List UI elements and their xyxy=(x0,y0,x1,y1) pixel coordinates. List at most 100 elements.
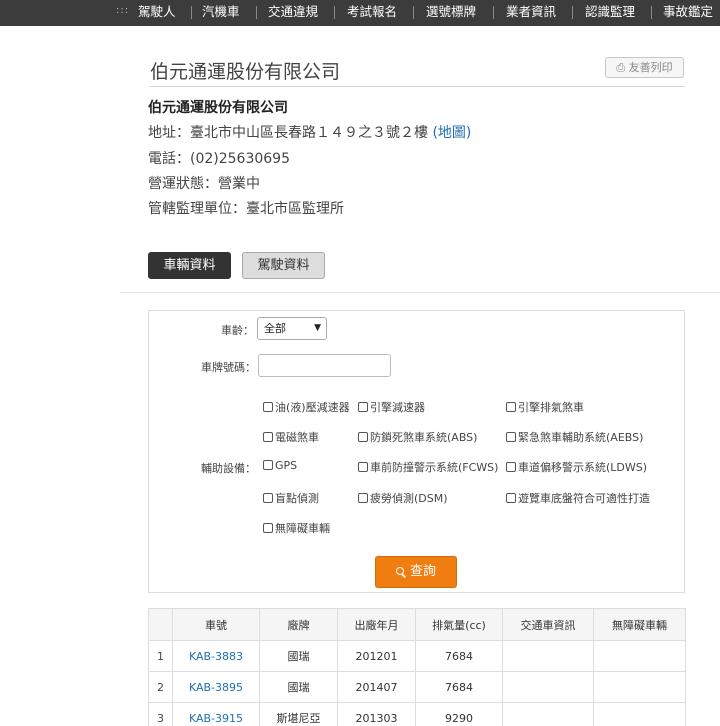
nav-separator xyxy=(334,6,335,19)
nav-item-drivers[interactable]: 駕駛人 xyxy=(138,2,176,22)
checkbox-label: 疲勞偵測(DSM) xyxy=(370,492,448,505)
age-select[interactable]: 全部 ▼ xyxy=(257,317,327,340)
checkbox-aebs[interactable]: 緊急煞車輔助系統(AEBS) xyxy=(506,429,643,445)
status-value: 營業中 xyxy=(218,176,260,192)
date-cell: 201407 xyxy=(337,671,416,703)
phone-label: 電話： xyxy=(148,151,190,167)
tab-vehicles[interactable]: 車輛資料 xyxy=(148,252,231,279)
tab-drivers[interactable]: 駕駛資料 xyxy=(242,252,325,279)
nav-item-violations[interactable]: 交通違規 xyxy=(268,2,318,22)
print-button[interactable]: ⎙ 友善列印 xyxy=(605,57,684,78)
search-icon xyxy=(395,567,404,575)
checkbox-box[interactable] xyxy=(358,432,368,442)
plate-input[interactable] xyxy=(258,354,391,377)
checkbox-label: 緊急煞車輔助系統(AEBS) xyxy=(518,431,644,444)
row-index: 2 xyxy=(148,671,173,703)
office-label: 管轄監理單位： xyxy=(148,201,246,217)
checkbox-abs[interactable]: 防鎖死煞車系統(ABS) xyxy=(358,429,477,445)
address-label: 地址： xyxy=(148,125,190,141)
checkbox-box[interactable] xyxy=(263,460,273,470)
checkbox-accessible-vehicle[interactable]: 無障礙車輛 xyxy=(263,520,330,536)
date-cell: 201303 xyxy=(337,702,416,726)
checkbox-box[interactable] xyxy=(506,493,516,503)
commuter-info-cell xyxy=(502,671,594,703)
nav-separator xyxy=(493,6,494,19)
table-header-row: 車號 廠牌 出廠年月 排氣量(cc) 交通車資訊 無障礙車輛 xyxy=(148,608,686,641)
nav-separator xyxy=(256,6,257,19)
status-label: 營運狀態： xyxy=(148,176,218,192)
checkbox-box[interactable] xyxy=(263,523,273,533)
checkbox-fcws[interactable]: 車前防撞警示系統(FCWS) xyxy=(358,459,498,475)
checkbox-box[interactable] xyxy=(358,462,368,472)
accessible-cell xyxy=(593,671,686,703)
checkbox-label: 引擎減速器 xyxy=(370,401,425,414)
nav-item-about[interactable]: 認識監理 xyxy=(585,2,635,22)
print-icon: ⎙ xyxy=(616,61,626,74)
nav-item-accident[interactable]: 事故鑑定 xyxy=(663,2,713,22)
checkbox-box[interactable] xyxy=(263,432,273,442)
menu-dots-icon[interactable]: ::: xyxy=(116,5,129,16)
tab-divider xyxy=(120,292,720,293)
col-header-index xyxy=(148,608,173,641)
displacement-cell: 9290 xyxy=(415,702,503,726)
checkbox-gps[interactable]: GPS xyxy=(263,459,297,472)
col-header-commuter-info: 交通車資訊 xyxy=(502,608,594,641)
checkbox-label: 車道偏移警示系統(LDWS) xyxy=(518,461,648,474)
checkbox-engine-retarder[interactable]: 引擎減速器 xyxy=(358,399,425,415)
nav-separator xyxy=(191,6,192,19)
plate-label: 車牌號碼： xyxy=(201,361,256,374)
checkbox-box[interactable] xyxy=(358,493,368,503)
nav-item-vehicles[interactable]: 汽機車 xyxy=(202,2,240,22)
search-button[interactable]: 查詢 xyxy=(375,556,457,588)
table-row: 2 KAB-3895 國瑞 201407 7684 xyxy=(148,671,686,703)
accessible-cell xyxy=(593,702,686,726)
age-label: 車齡： xyxy=(221,324,254,337)
checkbox-exhaust-brake[interactable]: 引擎排氣煞車 xyxy=(506,399,584,415)
checkbox-box[interactable] xyxy=(506,402,516,412)
displacement-cell: 7684 xyxy=(415,640,503,672)
nav-separator xyxy=(413,6,414,19)
nav-item-exam[interactable]: 考試報名 xyxy=(347,2,397,22)
checkbox-dsm[interactable]: 疲勞偵測(DSM) xyxy=(358,490,448,506)
map-link[interactable]: (地圖) xyxy=(432,125,471,141)
checkbox-box[interactable] xyxy=(358,402,368,412)
nav-item-business[interactable]: 業者資訊 xyxy=(506,2,556,22)
checkbox-oil-retarder[interactable]: 油(液)壓減速器 xyxy=(263,399,350,415)
phone-value: (02)25630695 xyxy=(190,151,290,167)
top-nav: ::: 駕駛人 汽機車 交通違規 考試報名 選號標牌 業者資訊 認識監理 事故鑑… xyxy=(0,0,720,26)
brand-cell: 斯堪尼亞 xyxy=(259,702,338,726)
age-select-value: 全部 xyxy=(264,322,286,335)
displacement-cell: 7684 xyxy=(415,671,503,703)
checkbox-box[interactable] xyxy=(263,493,273,503)
print-button-label: 友善列印 xyxy=(628,61,673,74)
checkbox-ldws[interactable]: 車道偏移警示系統(LDWS) xyxy=(506,459,647,475)
commuter-info-cell xyxy=(502,640,594,672)
checkbox-label: 無障礙車輛 xyxy=(275,522,330,535)
nav-separator xyxy=(572,6,573,19)
col-header-manufacture-date: 出廠年月 xyxy=(337,608,416,641)
search-button-label: 查詢 xyxy=(409,564,436,579)
equipment-label: 輔助設備： xyxy=(201,462,256,475)
accessible-cell xyxy=(593,640,686,672)
plate-link[interactable]: KAB-3895 xyxy=(172,671,260,703)
plate-link[interactable]: KAB-3915 xyxy=(172,702,260,726)
checkbox-box[interactable] xyxy=(506,432,516,442)
address-value: 臺北市中山區長春路１４９之３號２樓 xyxy=(190,125,428,141)
checkbox-label: 電磁煞車 xyxy=(275,431,319,444)
company-status: 營運狀態：營業中 xyxy=(148,173,260,193)
title-divider xyxy=(150,86,685,87)
checkbox-box[interactable] xyxy=(263,402,273,412)
checkbox-box[interactable] xyxy=(506,462,516,472)
row-index: 3 xyxy=(148,702,173,726)
nav-item-plates[interactable]: 選號標牌 xyxy=(426,2,476,22)
table-row: 1 KAB-3883 國瑞 201201 7684 xyxy=(148,640,686,672)
checkbox-tour-bus-chassis[interactable]: 遊覽車底盤符合可適性打造 xyxy=(506,490,650,506)
checkbox-electromagnetic-brake[interactable]: 電磁煞車 xyxy=(263,429,319,445)
filter-panel xyxy=(148,310,685,593)
date-cell: 201201 xyxy=(337,640,416,672)
checkbox-label: 盲點偵測 xyxy=(275,492,319,505)
nav-separator xyxy=(651,6,652,19)
checkbox-blind-spot[interactable]: 盲點偵測 xyxy=(263,490,319,506)
office-value: 臺北市區監理所 xyxy=(246,201,344,217)
plate-link[interactable]: KAB-3883 xyxy=(172,640,260,672)
